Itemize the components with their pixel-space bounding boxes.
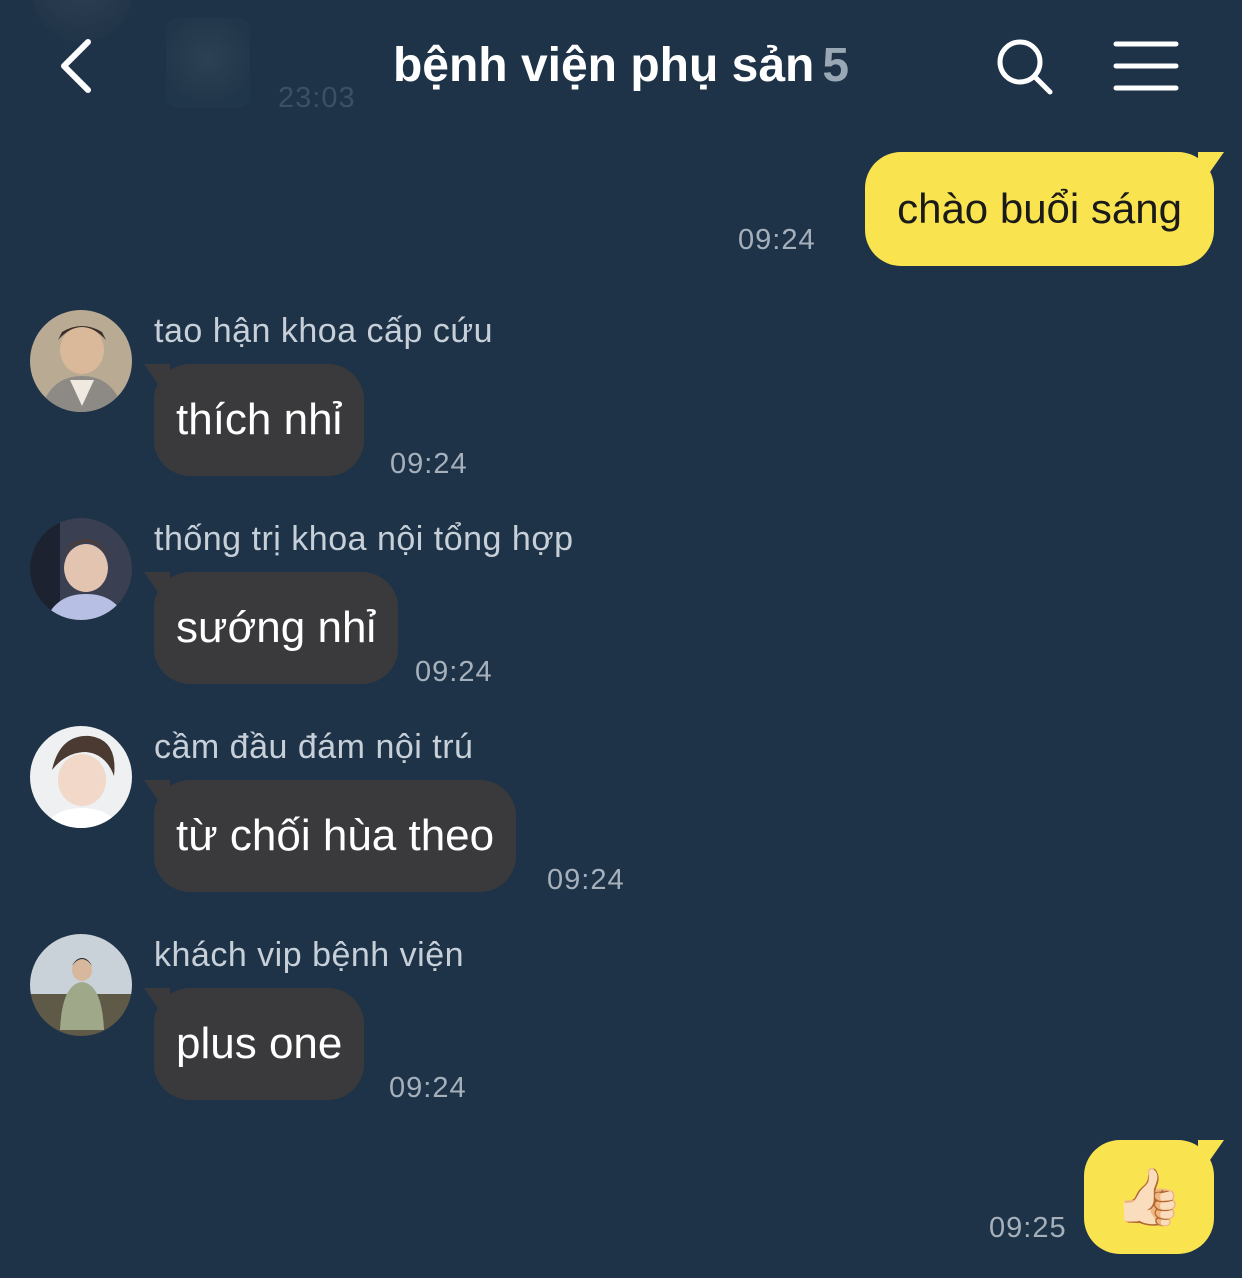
avatar[interactable] xyxy=(30,310,132,412)
outgoing-message[interactable]: chào buổi sáng xyxy=(865,152,1214,266)
outgoing-message[interactable]: 👍🏻 xyxy=(1084,1140,1214,1254)
incoming-bubble[interactable]: plus one xyxy=(154,988,365,1100)
avatar[interactable] xyxy=(30,934,132,1036)
message-timestamp: 09:24 xyxy=(390,448,468,480)
sender-name: thống trị khoa nội tổng hợp xyxy=(154,520,574,558)
search-icon xyxy=(997,39,1053,95)
message-timestamp: 09:24 xyxy=(738,224,816,256)
message-timestamp: 09:24 xyxy=(547,864,625,896)
menu-button[interactable] xyxy=(1112,38,1182,94)
sender-name: tao hận khoa cấp cứu xyxy=(154,312,493,350)
hamburger-menu-icon xyxy=(1113,41,1179,91)
chat-header: bệnh viện phụ sản 5 xyxy=(0,0,1242,130)
incoming-bubble[interactable]: thích nhỉ xyxy=(154,364,365,476)
sender-name: cầm đầu đám nội trú xyxy=(154,728,474,766)
search-button[interactable] xyxy=(992,34,1058,100)
message-timestamp: 09:25 xyxy=(989,1212,1067,1244)
avatar[interactable] xyxy=(30,518,132,620)
outgoing-emoji-bubble[interactable]: 👍🏻 xyxy=(1084,1140,1214,1254)
incoming-bubble[interactable]: sướng nhỉ xyxy=(154,572,399,684)
chat-room-name: bệnh viện phụ sản xyxy=(392,39,815,92)
incoming-bubble[interactable]: từ chối hùa theo xyxy=(154,780,517,892)
sender-name: khách vip bệnh viện xyxy=(154,936,465,974)
outgoing-bubble[interactable]: chào buổi sáng xyxy=(865,152,1214,266)
message-timestamp: 09:24 xyxy=(389,1072,467,1104)
member-count: 5 xyxy=(822,39,850,92)
message-timestamp: 09:24 xyxy=(415,656,493,688)
avatar[interactable] xyxy=(30,726,132,828)
